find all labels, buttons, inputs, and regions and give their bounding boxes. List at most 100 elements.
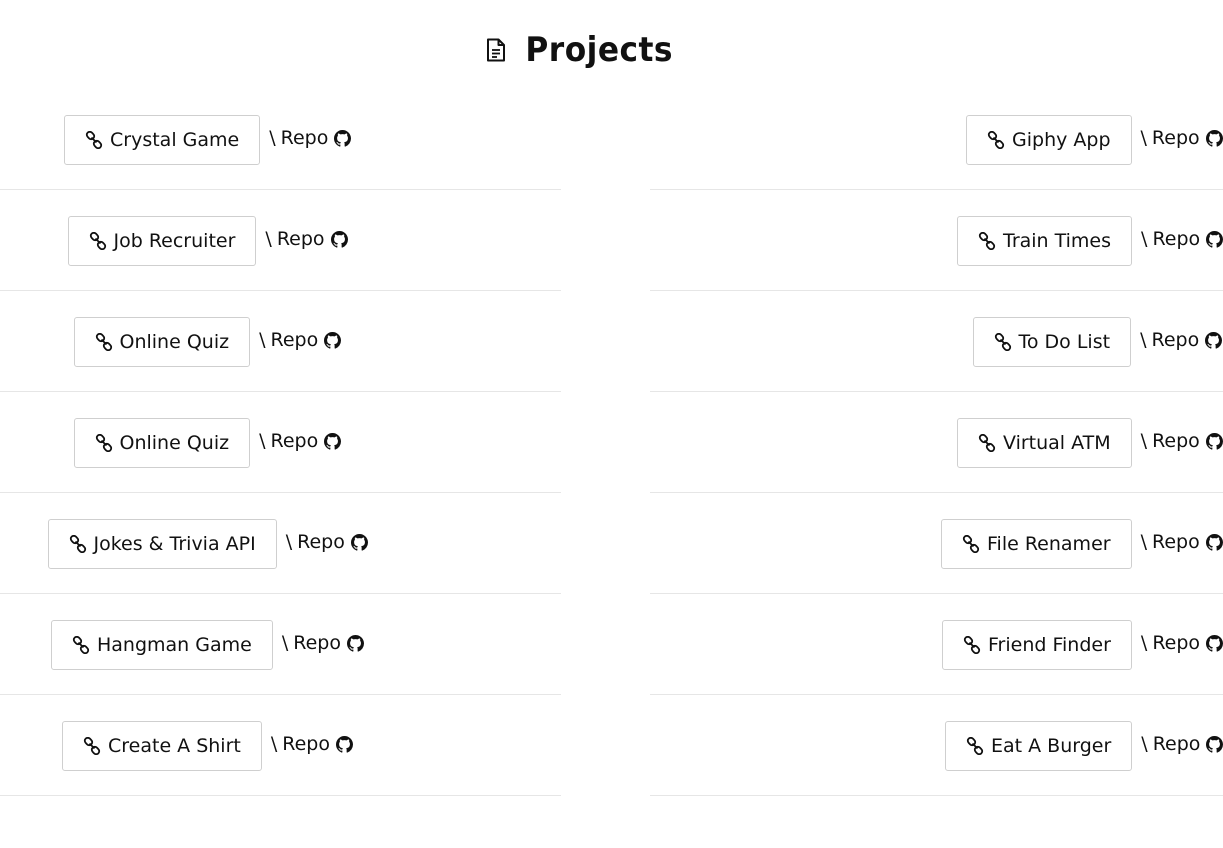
project-link-button[interactable]: Create A Shirt	[62, 721, 262, 771]
separator-text: \	[1140, 127, 1147, 149]
github-icon	[336, 735, 353, 753]
repo-label: Repo	[270, 329, 319, 351]
separator-text: \	[259, 430, 266, 452]
separator-text: \	[265, 228, 272, 250]
project-item: Giphy App \ Repo	[966, 115, 1223, 165]
project-item: Train Times \ Repo	[957, 216, 1223, 266]
project-name: Create A Shirt	[108, 735, 241, 757]
repo-label: Repo	[1151, 531, 1200, 553]
github-icon	[1205, 432, 1223, 450]
repo-label: Repo	[1152, 430, 1200, 452]
repo-label: Repo	[282, 733, 330, 755]
project-row: Giphy App \ Repo	[650, 89, 1223, 190]
link-icon	[89, 231, 107, 251]
project-link-button[interactable]: Job Recruiter	[67, 216, 257, 266]
project-item: Crystal Game \ Repo	[64, 115, 352, 165]
repo-link[interactable]: Repo	[1152, 127, 1223, 149]
repo-link[interactable]: Repo	[1152, 228, 1223, 250]
left-project-column: Crystal Game \ Repo Job Recruiter \ Repo Onlin…	[0, 89, 561, 796]
separator-text: \	[1140, 430, 1148, 452]
page-title: Projects	[525, 30, 674, 70]
project-link-button[interactable]: Virtual ATM	[957, 418, 1132, 468]
project-item: Virtual ATM \ Repo	[957, 418, 1223, 468]
separator-text: \	[259, 329, 266, 351]
project-name: Train Times	[1003, 230, 1112, 252]
project-row: File Renamer \ Repo	[650, 493, 1223, 594]
project-item: File Renamer \ Repo	[941, 519, 1223, 569]
project-item: Jokes & Trivia API \ Repo	[47, 519, 368, 569]
github-icon	[1205, 129, 1223, 147]
project-item: Online Quiz \ Repo	[73, 317, 342, 367]
project-link-button[interactable]: Eat A Burger	[945, 721, 1133, 771]
project-name: Virtual ATM	[1003, 432, 1111, 454]
project-name: To Do List	[1018, 331, 1111, 353]
repo-link[interactable]: Repo	[270, 329, 342, 351]
repo-link[interactable]: Repo	[1152, 531, 1223, 553]
repo-link[interactable]: Repo	[277, 228, 348, 250]
project-name: Giphy App	[1012, 129, 1111, 151]
separator-text: \	[1140, 531, 1147, 553]
project-link-button[interactable]: To Do List	[972, 317, 1132, 367]
project-row: To Do List \ Repo	[650, 291, 1223, 392]
repo-link[interactable]: Repo	[1152, 632, 1223, 654]
project-name: Crystal Game	[110, 129, 240, 151]
project-item: Online Quiz \ Repo	[73, 418, 342, 468]
file-document-icon	[485, 38, 507, 62]
project-link-button[interactable]: Online Quiz	[73, 418, 251, 468]
repo-link[interactable]: Repo	[270, 430, 342, 452]
project-row: Jokes & Trivia API \ Repo	[0, 493, 561, 594]
project-row: Virtual ATM \ Repo	[650, 392, 1223, 493]
repo-label: Repo	[1152, 228, 1201, 250]
project-item: Hangman Game \ Repo	[51, 620, 364, 670]
github-icon	[1205, 331, 1223, 349]
project-row: Hangman Game \ Repo	[0, 594, 561, 695]
separator-text: \	[1141, 733, 1148, 755]
link-icon	[95, 433, 113, 453]
link-icon	[963, 635, 981, 655]
separator-text: \	[269, 127, 276, 149]
project-link-button[interactable]: Giphy App	[966, 115, 1132, 165]
link-icon	[987, 130, 1005, 150]
project-link-button[interactable]: Jokes & Trivia API	[47, 519, 277, 569]
project-link-button[interactable]: File Renamer	[941, 519, 1132, 569]
link-icon	[994, 332, 1012, 352]
separator-text: \	[1140, 632, 1148, 654]
github-icon	[1206, 230, 1223, 248]
link-icon	[83, 736, 101, 756]
project-row: Online Quiz \ Repo	[0, 291, 561, 392]
repo-label: Repo	[276, 228, 325, 250]
repo-label: Repo	[293, 632, 341, 654]
project-name: Online Quiz	[119, 432, 230, 454]
project-name: Online Quiz	[119, 331, 230, 353]
project-item: Eat A Burger \ Repo	[945, 721, 1223, 771]
repo-link[interactable]: Repo	[282, 733, 353, 755]
separator-text: \	[1140, 329, 1147, 351]
repo-link[interactable]: Repo	[1151, 329, 1223, 351]
project-row: Crystal Game \ Repo	[0, 89, 561, 190]
project-row: Eat A Burger \ Repo	[650, 695, 1223, 796]
repo-label: Repo	[1152, 632, 1201, 654]
project-link-button[interactable]: Hangman Game	[51, 620, 273, 670]
project-row: Create A Shirt \ Repo	[0, 695, 561, 796]
github-icon	[1206, 634, 1223, 652]
project-row: Friend Finder \ Repo	[650, 594, 1223, 695]
separator-text: \	[281, 632, 289, 654]
project-item: Friend Finder \ Repo	[942, 620, 1223, 670]
repo-link[interactable]: Repo	[293, 632, 364, 654]
project-item: Create A Shirt \ Repo	[62, 721, 353, 771]
repo-link[interactable]: Repo	[1153, 733, 1223, 755]
repo-link[interactable]: Repo	[297, 531, 368, 553]
github-icon	[330, 230, 348, 248]
repo-label: Repo	[297, 531, 345, 553]
link-icon	[85, 130, 103, 150]
project-link-button[interactable]: Crystal Game	[64, 115, 261, 165]
project-link-button[interactable]: Online Quiz	[73, 317, 251, 367]
project-row: Job Recruiter \ Repo	[0, 190, 561, 291]
project-row: Train Times \ Repo	[650, 190, 1223, 291]
repo-link[interactable]: Repo	[1152, 430, 1223, 452]
link-icon	[962, 534, 980, 554]
project-link-button[interactable]: Train Times	[957, 216, 1133, 266]
project-link-button[interactable]: Friend Finder	[942, 620, 1132, 670]
repo-link[interactable]: Repo	[281, 127, 352, 149]
project-name: Friend Finder	[988, 634, 1111, 656]
